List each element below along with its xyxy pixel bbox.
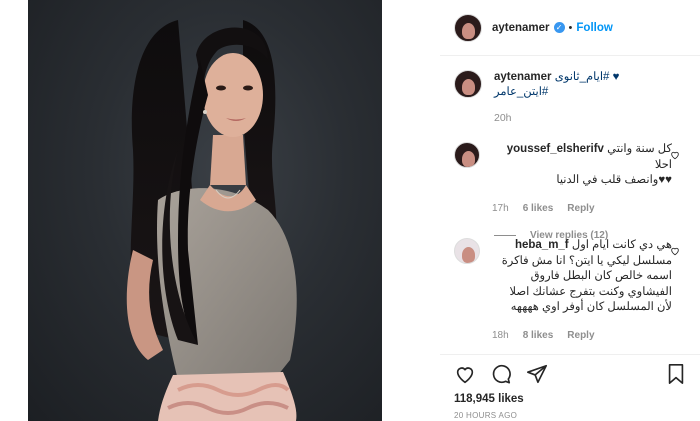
comment-time[interactable]: 17h xyxy=(492,201,509,217)
share-paper-plane-icon[interactable] xyxy=(526,363,548,385)
reply-button[interactable]: Reply xyxy=(567,201,594,217)
commenter-username[interactable]: heba_m_f xyxy=(515,239,569,251)
post-timestamp[interactable]: 20 HOURS AGO xyxy=(454,411,686,420)
commenter-avatar[interactable] xyxy=(454,142,480,168)
save-bookmark-icon[interactable] xyxy=(666,363,686,385)
comment-text-line-2: ♥♥وانصف قلب في الدنيا xyxy=(556,174,672,186)
caption-hashtag-2[interactable]: ايتن_عامر# xyxy=(494,85,619,100)
like-comment-heart-icon[interactable] xyxy=(670,246,680,256)
caption-time[interactable]: 20h xyxy=(494,112,694,124)
post-photo[interactable] xyxy=(28,0,382,421)
comment-time[interactable]: 18h xyxy=(492,328,509,344)
like-comment-heart-icon[interactable] xyxy=(670,150,680,160)
post-caption: aytenamer ايام_ثانوى# ♥ ايتن_عامر# 20h xyxy=(454,70,694,124)
comment-likes[interactable]: 8 likes xyxy=(523,328,554,344)
comment-item: youssef_elsherifv كل سنة وانتي احلا ♥♥وا… xyxy=(454,142,694,241)
reply-button[interactable]: Reply xyxy=(567,328,594,344)
follow-button[interactable]: Follow xyxy=(576,22,612,34)
comment-text-line-5: لأن المسلسل كان أوفر اوي ههههه xyxy=(510,301,672,313)
page-margin xyxy=(0,0,20,421)
verified-badge-icon: ✓ xyxy=(553,22,565,33)
comment-text-line-1: كل سنة وانتي احلا xyxy=(607,143,672,171)
commenter-avatar[interactable] xyxy=(454,238,480,264)
post-actions: 118,945 likes 20 HOURS AGO xyxy=(440,354,700,420)
post-header: aytenamer ✓ • Follow xyxy=(440,0,700,56)
commenter-username[interactable]: youssef_elsherifv xyxy=(507,143,604,155)
view-replies-line xyxy=(494,235,516,236)
author-username[interactable]: aytenamer xyxy=(492,22,550,34)
likes-count[interactable]: 118,945 likes xyxy=(454,393,686,405)
comment-likes[interactable]: 6 likes xyxy=(523,201,554,217)
comment-text-line-4: الفيشاوي وكنت بتفرج عشانك اصلا xyxy=(509,285,672,298)
comment-text-line-3: اسمه خالص كان البطل فاروق xyxy=(530,270,672,282)
caption-username[interactable]: aytenamer xyxy=(494,71,552,83)
comment-bubble-icon[interactable] xyxy=(490,363,512,385)
post-photo-illustration xyxy=(126,20,297,421)
comment-text-line-2: مسلسل ليكي يا ايتن؟ انا مش فاكرة xyxy=(501,254,672,267)
like-heart-icon[interactable] xyxy=(454,363,476,385)
comment-text-line-1: هي دي كانت ايام اول xyxy=(571,239,672,251)
caption-hashtag-1[interactable]: ايام_ثانوى# ♥ xyxy=(555,71,620,83)
separator-dot: • xyxy=(568,21,573,34)
caption-avatar[interactable] xyxy=(454,70,482,98)
author-avatar[interactable] xyxy=(454,13,482,42)
comment-item: heba_m_f هي دي كانت ايام اول مسلسل ليكي … xyxy=(454,238,694,343)
